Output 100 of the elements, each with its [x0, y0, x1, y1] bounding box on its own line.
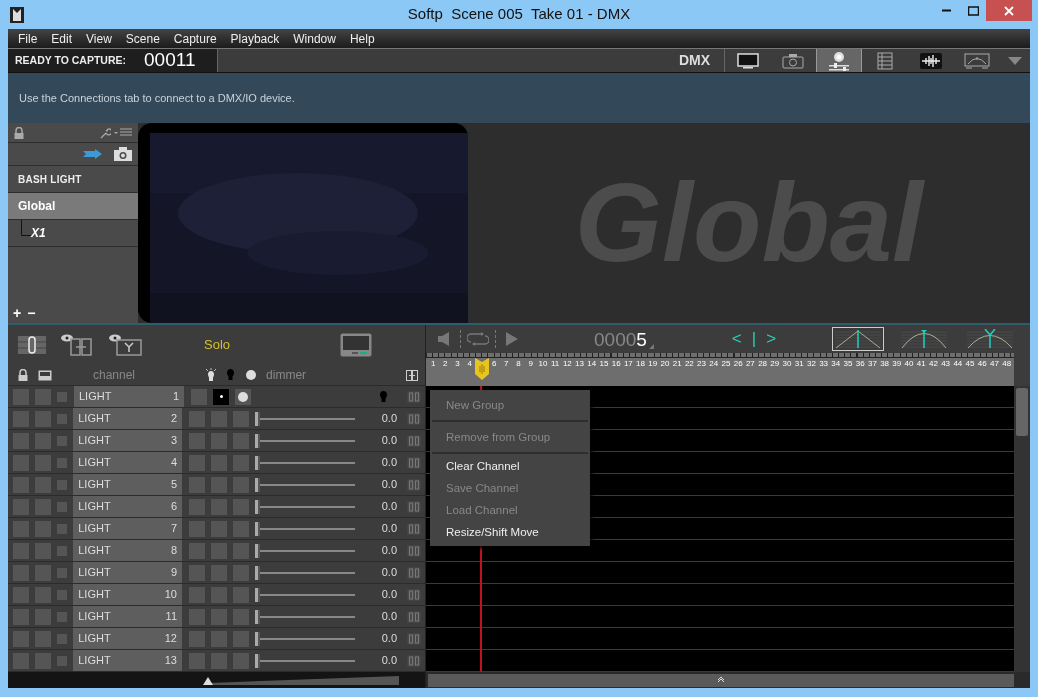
menu-item[interactable]: Scene: [125, 29, 160, 48]
toggle-button[interactable]: [211, 586, 227, 603]
menu-item[interactable]: File: [18, 29, 38, 48]
toggle-button[interactable]: [189, 520, 205, 537]
link-chain-icon[interactable]: [18, 334, 46, 356]
toggle-button[interactable]: [57, 435, 67, 446]
toggle-button[interactable]: [211, 498, 227, 515]
menu-item[interactable]: Window: [293, 29, 336, 48]
toggle-button[interactable]: [13, 454, 29, 471]
dimmer-slider[interactable]: [255, 455, 355, 470]
toggle-button[interactable]: [57, 567, 67, 578]
toggle-button[interactable]: [233, 476, 249, 493]
channel-name-cell[interactable]: LIGHT 11: [73, 606, 182, 627]
dimmer-slider[interactable]: [255, 521, 355, 536]
loop-icon[interactable]: [467, 332, 489, 346]
toggle-button[interactable]: [233, 586, 249, 603]
toggle-button[interactable]: [189, 454, 205, 471]
channel-name-cell[interactable]: LIGHT 3: [73, 430, 182, 451]
toggle-button[interactable]: [211, 608, 227, 625]
toggle-button[interactable]: [13, 586, 29, 603]
timeline-ruler[interactable]: 1 2 3 4 6 7 8 9 10 11 12 13 14 15 16 17 18 19 20 21 22 23 24 25 26 27 28 29 30 31 32 33 34 35 36 37 38 39 40 41 42 43 44 45 46 47 48: [426, 353, 1014, 386]
slider-thumb[interactable]: [255, 587, 260, 602]
toggle-button[interactable]: [57, 589, 67, 600]
toggle-button[interactable]: [35, 520, 51, 537]
channel-name-cell[interactable]: LIGHT 10: [73, 584, 182, 605]
toggle-button[interactable]: [57, 457, 67, 468]
toggle-button[interactable]: [35, 410, 51, 427]
slider-thumb[interactable]: [255, 609, 260, 624]
channel-name-cell[interactable]: LIGHT 8: [73, 540, 182, 561]
remove-button[interactable]: −: [27, 306, 36, 320]
toggle-button[interactable]: [189, 652, 205, 669]
toggle-button[interactable]: [13, 476, 29, 493]
toggle-button[interactable]: [233, 454, 249, 471]
menu-item[interactable]: View: [86, 29, 112, 48]
toggle-button[interactable]: [189, 542, 205, 559]
toggle-button[interactable]: [189, 564, 205, 581]
toggle-button[interactable]: [211, 564, 227, 581]
slider-thumb[interactable]: [255, 455, 260, 470]
toggle-button[interactable]: [13, 608, 29, 625]
playhead-marker[interactable]: [474, 358, 489, 380]
curve-button[interactable]: [964, 327, 1016, 351]
menu-item[interactable]: Capture: [173, 29, 217, 48]
dimmer-slider[interactable]: [255, 587, 355, 602]
channel-name-cell[interactable]: LIGHT 5: [73, 474, 182, 495]
toggle-button[interactable]: [13, 432, 29, 449]
toggle-button[interactable]: [233, 608, 249, 625]
toggle-button[interactable]: [35, 652, 51, 669]
toggle-button[interactable]: [57, 391, 67, 402]
menu-item[interactable]: Resize/Shift Move: [430, 522, 590, 544]
dimmer-slider[interactable]: [255, 411, 355, 426]
dimmer-slider[interactable]: [255, 543, 355, 558]
solo-toggle[interactable]: [213, 388, 229, 405]
toggle-button[interactable]: [57, 523, 67, 534]
toggle-button[interactable]: [13, 542, 29, 559]
slider-thumb[interactable]: [255, 433, 260, 448]
slider-thumb[interactable]: [255, 477, 260, 492]
slider-thumb[interactable]: [255, 653, 260, 668]
toggle-button[interactable]: [189, 476, 205, 493]
dimmer-slider[interactable]: [255, 631, 355, 646]
dimmer-slider[interactable]: [255, 477, 355, 492]
toggle-button[interactable]: [189, 498, 205, 515]
toggle-button[interactable]: [189, 586, 205, 603]
toggle-button[interactable]: [57, 501, 67, 512]
toggle-button[interactable]: [189, 410, 205, 427]
toggle-button[interactable]: [13, 652, 29, 669]
toggle-button[interactable]: [35, 432, 51, 449]
toggle-button[interactable]: [35, 630, 51, 647]
toggle-button[interactable]: [233, 630, 249, 647]
play-icon[interactable]: [506, 332, 518, 346]
toggle-button[interactable]: [189, 630, 205, 647]
toggle-button[interactable]: [57, 655, 67, 666]
slider-thumb[interactable]: [255, 499, 260, 514]
toggle-button[interactable]: [57, 479, 67, 490]
toggle-button[interactable]: [57, 413, 67, 424]
toggle-button[interactable]: [13, 388, 29, 405]
toggle-button[interactable]: [233, 520, 249, 537]
toggle-button[interactable]: [35, 388, 51, 405]
channel-name-cell[interactable]: LIGHT 12: [73, 628, 182, 649]
toggle-button[interactable]: [211, 432, 227, 449]
toggle-button[interactable]: [35, 476, 51, 493]
next-key-button[interactable]: >: [766, 326, 777, 352]
toggle-button[interactable]: [57, 545, 67, 556]
dimmer-slider[interactable]: [255, 565, 355, 580]
slider-thumb[interactable]: [255, 631, 260, 646]
toggle-button[interactable]: [211, 652, 227, 669]
slider-thumb[interactable]: [255, 411, 260, 426]
slider-thumb[interactable]: [255, 543, 260, 558]
toggle-button[interactable]: [35, 542, 51, 559]
solo-label[interactable]: Solo: [204, 335, 231, 355]
dimmer-slider[interactable]: [255, 433, 355, 448]
channel-name-cell[interactable]: LIGHT 2: [73, 408, 182, 429]
toggle-button[interactable]: [35, 564, 51, 581]
toggle-button[interactable]: [233, 410, 249, 427]
toggle-button[interactable]: [211, 520, 227, 537]
toggle-button[interactable]: [57, 633, 67, 644]
previous-key-button[interactable]: <: [731, 326, 742, 352]
toggle-button[interactable]: [211, 476, 227, 493]
dimmer-slider[interactable]: [255, 609, 355, 624]
toggle-button[interactable]: [235, 388, 251, 405]
monitor-icon[interactable]: [340, 333, 373, 357]
